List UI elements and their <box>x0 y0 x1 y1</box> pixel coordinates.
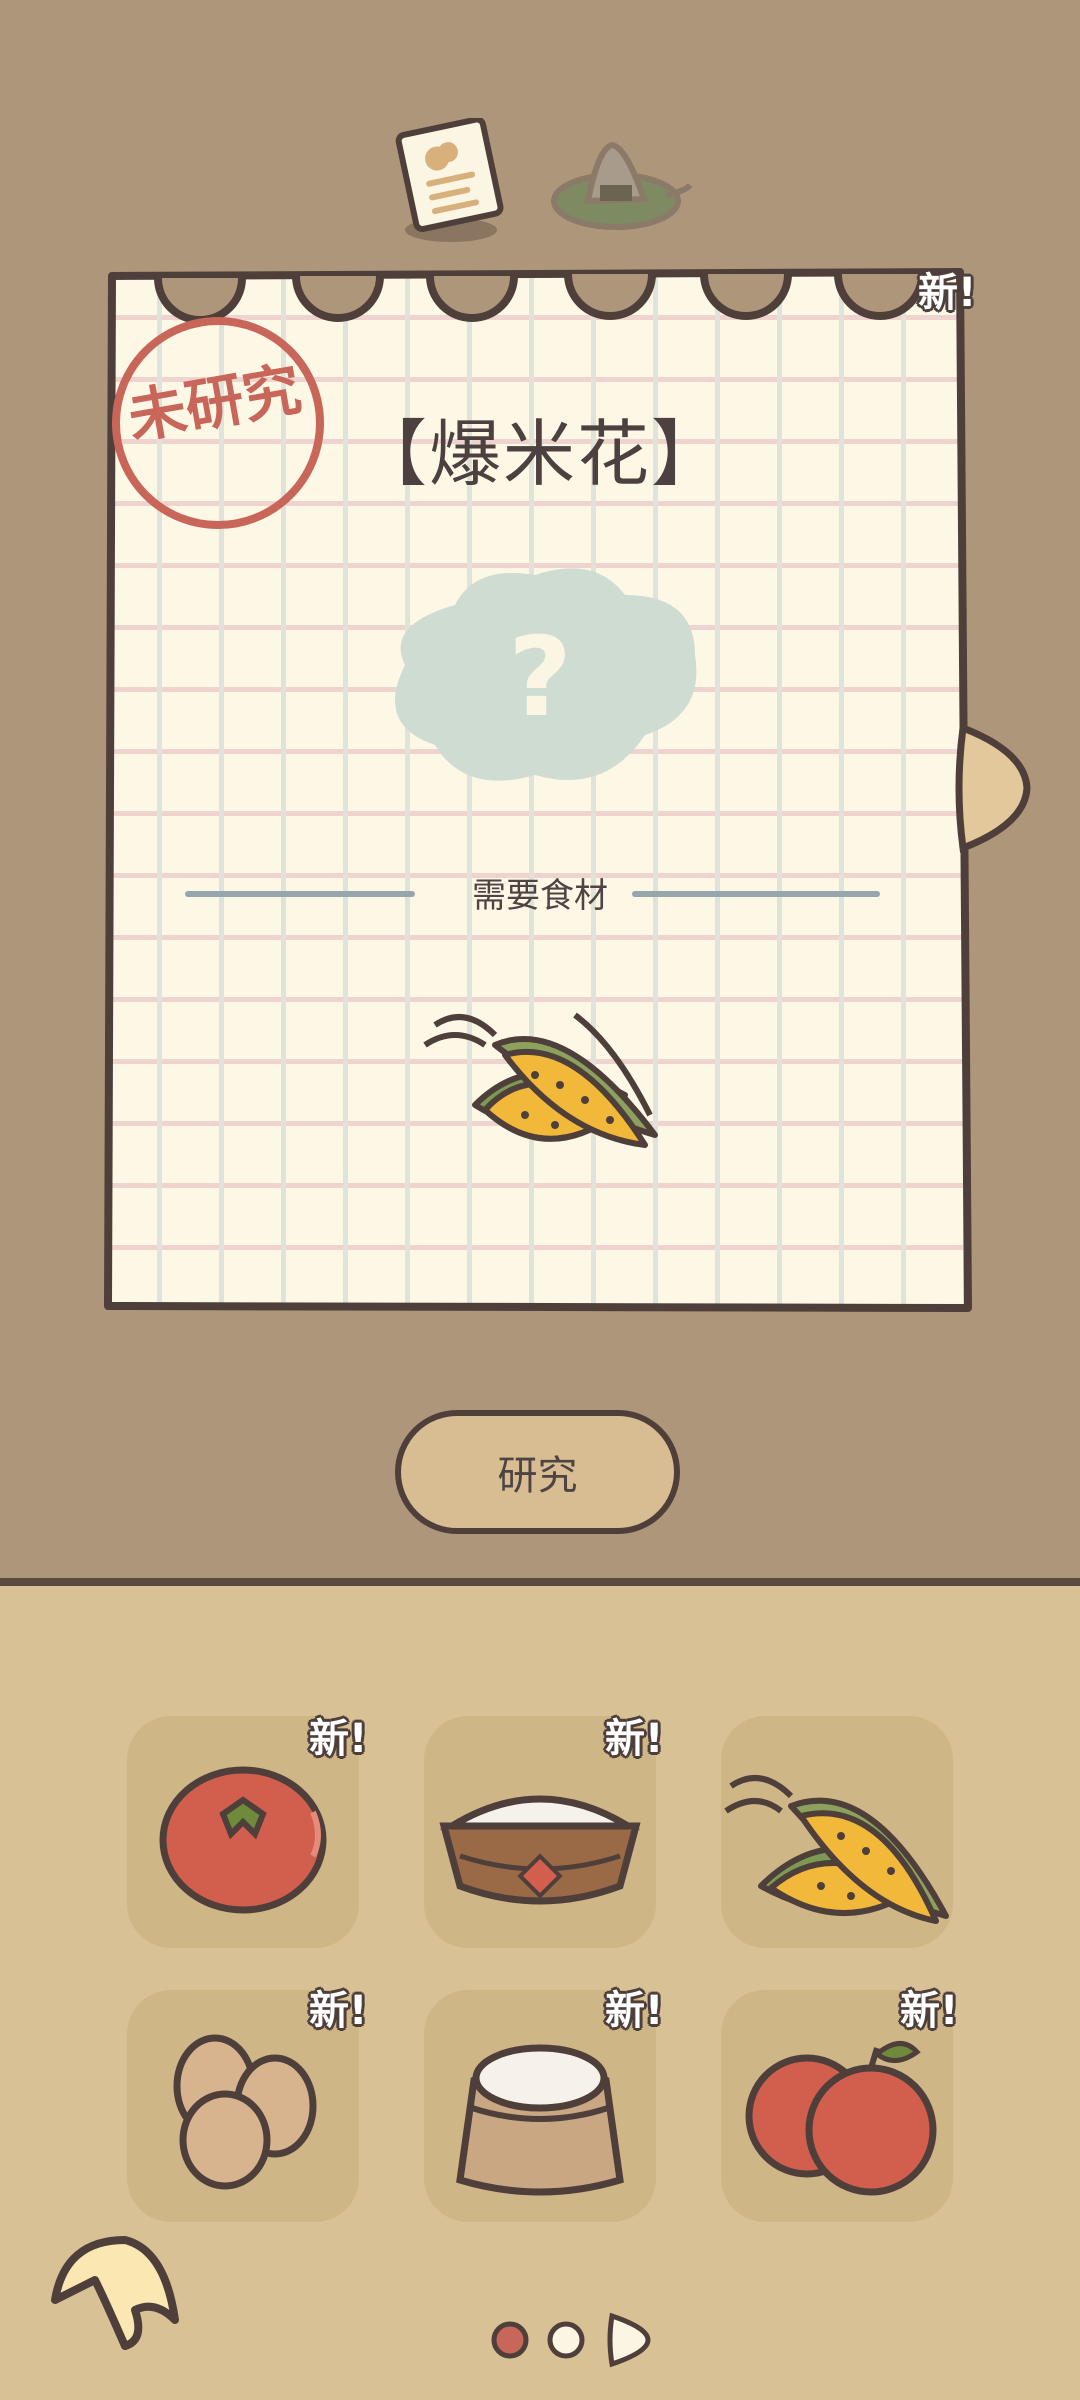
recipe-card-icon <box>395 116 504 242</box>
recipe-tab[interactable] <box>395 116 507 248</box>
ingredient-slot-corn[interactable] <box>721 1716 953 1948</box>
research-button[interactable]: 研究 <box>395 1410 680 1534</box>
new-badge: 新! <box>900 1988 959 2034</box>
back-button[interactable] <box>35 2210 185 2350</box>
ingredients-divider-right <box>632 891 880 897</box>
page-dot-2 <box>547 2321 585 2359</box>
panel-divider <box>0 1578 1080 1586</box>
page-dot-3 <box>607 2312 651 2368</box>
new-badge: 新! <box>605 1716 664 1762</box>
ingredients-label: 需要食材 <box>472 876 608 916</box>
corn-icon <box>423 1012 658 1148</box>
page-dot-1 <box>491 2321 529 2359</box>
next-page-arrow[interactable] <box>955 722 1033 854</box>
rice-ball-icon <box>551 141 693 230</box>
recipe-title: 【爆米花】 <box>354 412 725 496</box>
new-badge: 新! <box>309 1716 368 1762</box>
corn-icon <box>724 1775 949 1924</box>
page-indicator <box>491 2312 651 2368</box>
svg-text:?: ? <box>508 613 572 741</box>
new-badge: 新! <box>918 270 977 316</box>
food-tab[interactable] <box>548 135 696 235</box>
new-badge: 新! <box>605 1988 664 2034</box>
ingredients-divider-left <box>185 891 415 897</box>
unknown-dish-icon: ? <box>395 568 697 781</box>
new-badge: 新! <box>309 1988 368 2034</box>
